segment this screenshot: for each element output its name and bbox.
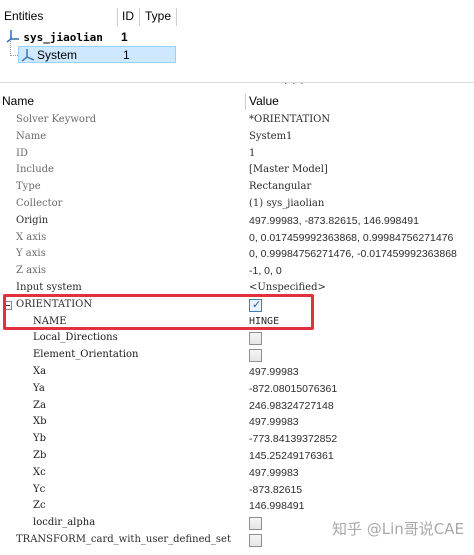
- property-name: X axis: [16, 231, 47, 243]
- locdir-alpha-checkbox[interactable]: [249, 517, 262, 531]
- tree-item-id: 1: [121, 30, 128, 44]
- property-row-z-axis[interactable]: Z axis -1, 0, 0: [0, 263, 474, 280]
- property-name: Ya: [33, 382, 45, 394]
- property-name: Name: [16, 130, 47, 142]
- property-value: *ORIENTATION: [249, 114, 331, 125]
- property-row-name[interactable]: Name System1: [0, 129, 474, 146]
- entities-panel: Entities ID Type sys_jiaolian 1 System 1: [0, 0, 474, 82]
- property-row-ya[interactable]: Ya -872.08015076361: [0, 381, 474, 398]
- property-value[interactable]: 246.98324727148: [249, 398, 334, 415]
- column-divider[interactable]: [176, 8, 177, 26]
- property-row-x-axis[interactable]: X axis 0, 0.017459992363868, 0.999847562…: [0, 230, 474, 247]
- property-row-element-orientation[interactable]: Element_Orientation: [0, 347, 474, 364]
- property-row-xc[interactable]: Xc 497.99983: [0, 465, 474, 482]
- property-name: Xc: [33, 466, 46, 478]
- property-value[interactable]: 1: [249, 146, 255, 163]
- property-name: Origin: [16, 214, 49, 226]
- property-row-zc[interactable]: Zc 146.998491: [0, 498, 474, 515]
- id-column-title[interactable]: ID: [122, 6, 134, 26]
- property-name: Solver Keyword: [16, 114, 97, 125]
- splitter-grip[interactable]: · · ·: [284, 78, 305, 89]
- property-value[interactable]: 145.25249176361: [249, 448, 334, 465]
- property-row-xb[interactable]: Xb 497.99983: [0, 414, 474, 431]
- value-column-title[interactable]: Value: [249, 92, 279, 110]
- property-row-y-axis[interactable]: Y axis 0, 0.99984756271476, -0.017459992…: [0, 246, 474, 263]
- property-name: Z axis: [16, 265, 47, 277]
- name-column-title[interactable]: Name: [2, 92, 34, 110]
- property-name: Collector: [16, 198, 63, 209]
- property-value[interactable]: 497.99983, -873.82615, 146.998491: [249, 213, 419, 230]
- property-name: Local_Directions: [33, 332, 118, 344]
- column-divider[interactable]: [139, 8, 140, 26]
- property-row-xa[interactable]: Xa 497.99983: [0, 364, 474, 381]
- property-name: Yc: [33, 483, 46, 495]
- property-row-type[interactable]: Type Rectangular: [0, 179, 474, 196]
- property-value[interactable]: Rectangular: [249, 179, 311, 196]
- element-orientation-checkbox[interactable]: [249, 349, 262, 363]
- property-row-za[interactable]: Za 246.98324727148: [0, 398, 474, 415]
- tree-item-system[interactable]: System 1: [18, 46, 176, 63]
- property-row-solver-keyword[interactable]: Solver Keyword *ORIENTATION: [0, 112, 474, 129]
- property-value[interactable]: -872.08015076361: [249, 381, 337, 398]
- entities-column-header: Entities ID Type: [0, 6, 474, 26]
- property-name: ID: [16, 147, 28, 159]
- property-row-origin[interactable]: Origin 497.99983, -873.82615, 146.998491: [0, 213, 474, 230]
- property-value[interactable]: 0, 0.017459992363868, 0.99984756271476: [249, 230, 453, 247]
- property-value[interactable]: 497.99983: [249, 414, 299, 431]
- property-name: Zb: [33, 450, 47, 461]
- annotation-highlight-box: [3, 294, 314, 330]
- property-name: Include: [16, 164, 54, 176]
- property-value[interactable]: 0, 0.99984756271476, -0.017459992363868: [249, 246, 457, 263]
- property-value[interactable]: -873.82615: [249, 482, 302, 499]
- property-name: Element_Orientation: [33, 349, 139, 361]
- column-divider[interactable]: [245, 94, 246, 110]
- entities-column-title[interactable]: Entities: [4, 6, 43, 26]
- property-value[interactable]: -1, 0, 0: [249, 263, 282, 280]
- coordinate-system-icon: [6, 29, 20, 43]
- column-divider[interactable]: [117, 8, 118, 26]
- property-name: locdir_alpha: [33, 517, 96, 529]
- property-value[interactable]: 146.998491: [249, 498, 304, 515]
- property-value[interactable]: (1) sys_jiaolian: [249, 196, 324, 213]
- property-name: Yb: [33, 433, 47, 445]
- property-row-include[interactable]: Include [Master Model]: [0, 162, 474, 179]
- property-name: Y axis: [16, 248, 46, 260]
- property-row-zb[interactable]: Zb 145.25249176361: [0, 448, 474, 465]
- coordinate-system-icon: [21, 48, 35, 62]
- property-name: Za: [33, 399, 46, 411]
- property-row-local-directions[interactable]: Local_Directions: [0, 330, 474, 347]
- property-value[interactable]: 497.99983: [249, 465, 299, 482]
- property-value[interactable]: 497.99983: [249, 364, 299, 381]
- tree-item-id: 1: [123, 48, 130, 62]
- transform-card-checkbox[interactable]: [249, 534, 262, 547]
- property-value[interactable]: [Master Model]: [249, 162, 328, 179]
- tree-item-label: sys_jiaolian: [23, 31, 103, 44]
- property-row-id[interactable]: ID 1: [0, 146, 474, 163]
- property-value[interactable]: -773.84139372852: [249, 431, 337, 448]
- panel-splitter[interactable]: · · ·: [0, 78, 474, 89]
- property-name: Xa: [33, 366, 47, 377]
- property-name: Zc: [33, 500, 46, 512]
- local-directions-checkbox[interactable]: [249, 332, 262, 346]
- property-row-yc[interactable]: Yc -873.82615: [0, 482, 474, 499]
- property-value[interactable]: System1: [249, 129, 292, 146]
- property-row-yb[interactable]: Yb -773.84139372852: [0, 431, 474, 448]
- watermark: 知乎 @Lin哥说CAE: [331, 520, 464, 538]
- tree-item-label: System: [37, 48, 78, 62]
- property-row-collector[interactable]: Collector (1) sys_jiaolian: [0, 196, 474, 213]
- property-name: Type: [16, 181, 41, 193]
- property-grid-header: Name Value: [0, 92, 474, 110]
- property-name: Xb: [33, 416, 47, 428]
- property-name: TRANSFORM_card_with_user_defined_set: [16, 534, 231, 545]
- tree-item-sys-jiaolian[interactable]: sys_jiaolian 1: [6, 29, 306, 46]
- type-column-title[interactable]: Type: [145, 6, 171, 26]
